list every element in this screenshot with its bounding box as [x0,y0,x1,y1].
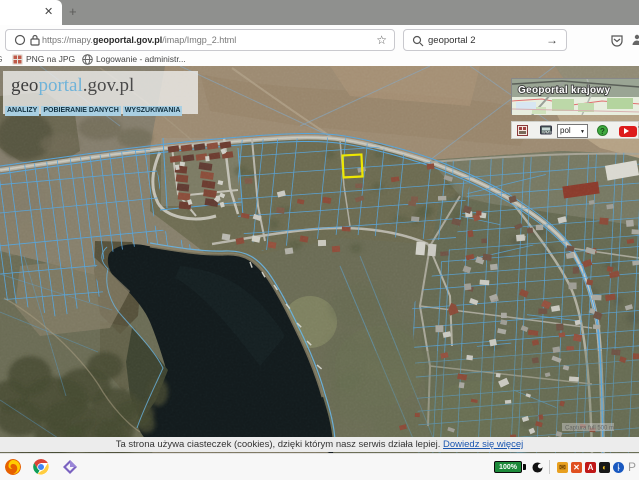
svg-text:WMS: WMS [542,130,552,135]
svg-text:Geoportal krajowy: Geoportal krajowy [518,85,610,96]
